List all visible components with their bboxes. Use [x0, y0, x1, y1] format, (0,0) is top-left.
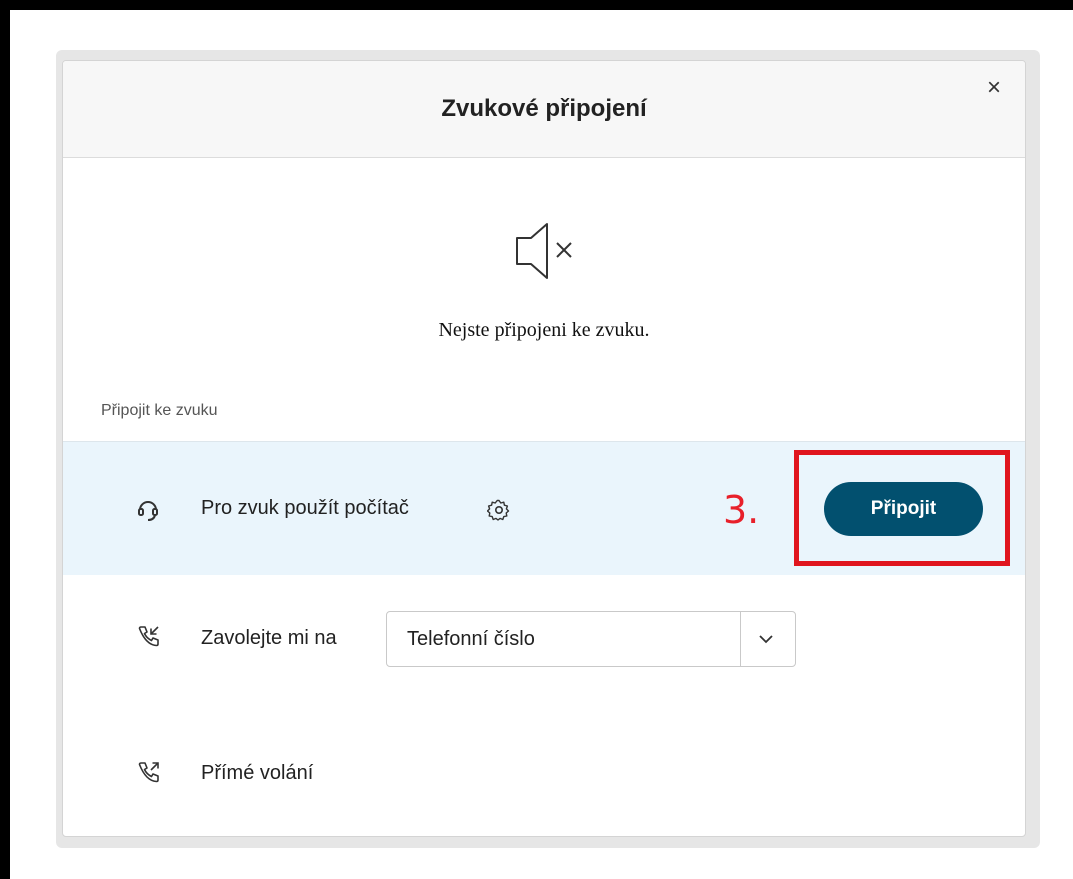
computer-audio-label: Pro zvuk použít počítač: [201, 497, 409, 519]
direct-call-option[interactable]: Přímé volání: [201, 762, 313, 785]
phone-select-value: Telefonní číslo: [407, 628, 535, 650]
outgoing-call-icon: [138, 762, 159, 783]
dialog-title: Zvukové připojení: [441, 95, 647, 122]
close-button[interactable]: ×: [981, 75, 1007, 101]
headset-icon: [138, 501, 158, 521]
phone-number-select[interactable]: Telefonní číslo: [386, 611, 796, 667]
connect-button[interactable]: Připojit: [824, 482, 983, 536]
computer-audio-row: Pro zvuk použít počítač 3. Připojit: [63, 441, 1025, 575]
muted-speaker-icon: [516, 223, 572, 279]
close-icon: ×: [986, 74, 1001, 101]
section-label: Připojit ke zvuku: [101, 402, 218, 419]
chevron-down-icon[interactable]: [757, 630, 775, 648]
select-divider: [740, 612, 741, 666]
step-annotation-number: 3.: [723, 488, 760, 532]
audio-connection-dialog: Zvukové připojení × Nejste připojeni ke …: [62, 60, 1026, 837]
dialog-header: Zvukové připojení ×: [63, 61, 1025, 158]
incoming-call-icon: [138, 626, 159, 647]
gear-icon[interactable]: [487, 498, 511, 522]
audio-status-text: Nejste připojeni ke zvuku.: [438, 319, 650, 341]
call-me-label: Zavolejte mi na: [201, 627, 337, 649]
